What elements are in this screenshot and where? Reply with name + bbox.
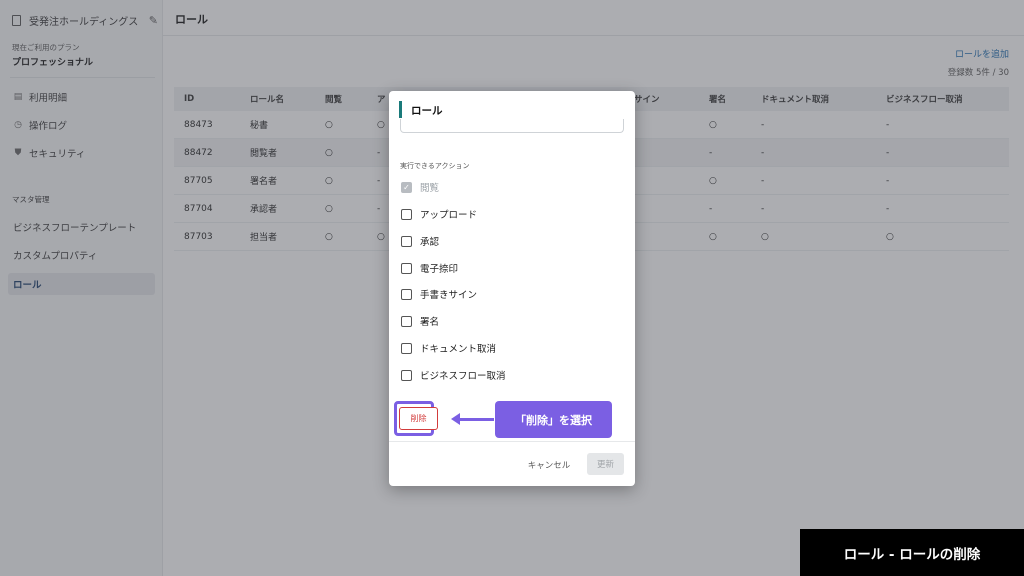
arrow-line [458,418,494,421]
action-e-seal[interactable]: 電子捺印 [401,261,458,275]
action-label: ドキュメント取消 [420,344,497,355]
action-label: 承認 [420,237,440,248]
checkbox-icon[interactable] [401,262,412,274]
action-handwritten-sign[interactable]: 手書きサイン [401,287,477,301]
caption-banner: ロール - ロールの削除 [800,529,1024,576]
checkbox-checked-icon: ✓ [401,181,412,193]
checkbox-icon[interactable] [401,342,412,354]
action-label: アップロード [420,210,478,221]
update-button[interactable]: 更新 [587,453,624,475]
cancel-button[interactable]: キャンセル [520,455,578,475]
checkbox-icon[interactable] [401,208,412,220]
action-document-cancel[interactable]: ドキュメント取消 [401,341,496,355]
action-upload[interactable]: アップロード [401,207,477,221]
action-business-flow-cancel[interactable]: ビジネスフロー取消 [401,368,506,382]
modal-footer-divider [389,441,635,442]
actions-label: 実行できるアクション [400,162,470,170]
checkbox-icon[interactable] [401,315,412,327]
modal-title: ロール [411,105,443,117]
checkbox-icon[interactable] [401,288,412,300]
action-signature[interactable]: 署名 [401,314,439,328]
action-view: ✓ 閲覧 [401,180,439,194]
checkbox-icon[interactable] [401,369,412,381]
action-label: 手書きサイン [420,290,478,301]
action-label: 電子捺印 [420,264,459,275]
action-approve[interactable]: 承認 [401,234,439,248]
checkbox-icon[interactable] [401,235,412,247]
role-name-field[interactable] [400,119,624,133]
instruction-callout: 「削除」を選択 [495,401,612,438]
action-label: 署名 [420,317,440,328]
action-label: ビジネスフロー取消 [420,371,506,382]
delete-button[interactable]: 削除 [399,407,438,430]
action-label: 閲覧 [420,183,440,194]
title-accent-bar [399,101,402,118]
